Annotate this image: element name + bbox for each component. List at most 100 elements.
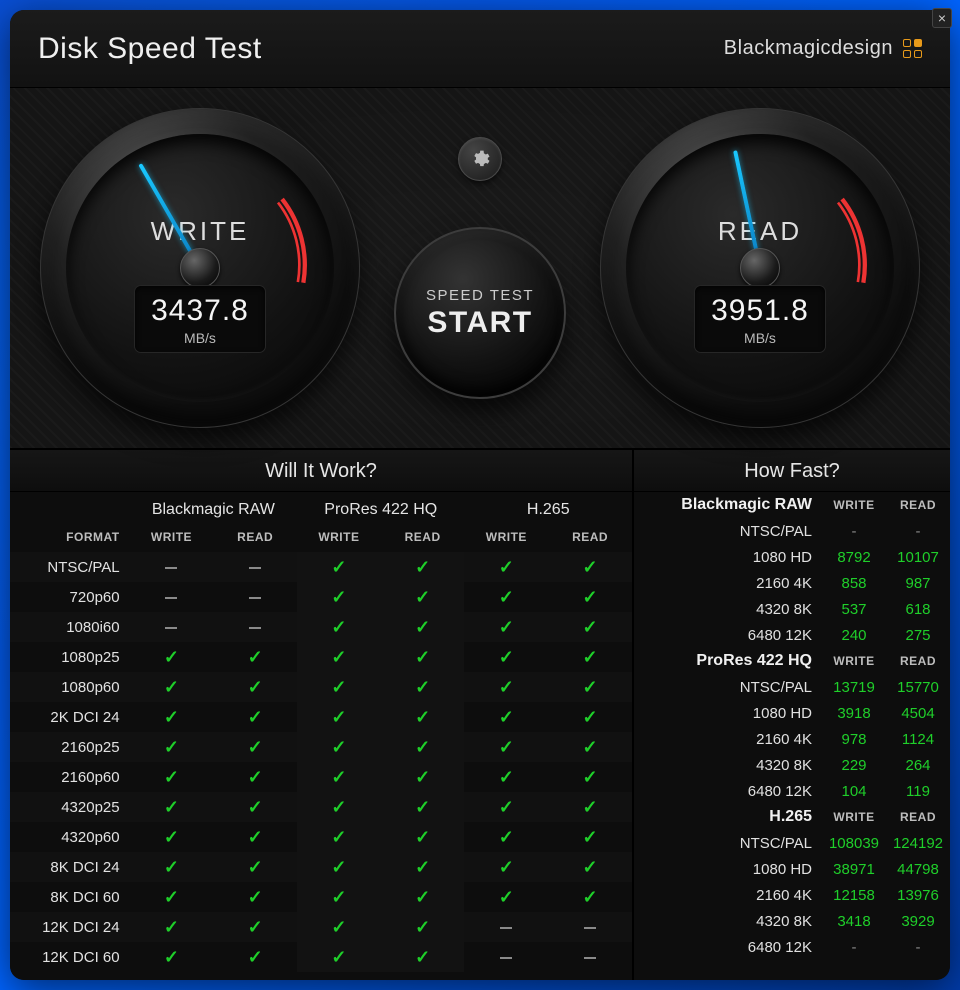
format-label: 1080p25 [10,642,130,672]
check-icon: ✓ [381,822,465,852]
titlebar: Disk Speed Test Blackmagicdesign [10,10,950,88]
read-value: 119 [886,778,950,804]
how-fast-panel: How Fast? Blackmagic RAWWRITEREADNTSC/PA… [634,450,950,980]
format-label: 6480 12K [634,622,822,648]
format-label: 2160p60 [10,762,130,792]
start-button[interactable]: SPEED TEST START [394,227,566,399]
write-value: 8792 [822,544,886,570]
format-label: 4320p60 [10,822,130,852]
settings-button[interactable] [458,137,502,181]
check-icon: ✓ [548,882,632,912]
check-icon: ✓ [548,852,632,882]
table-row: 720p60✓✓✓✓ [10,582,632,612]
dash-icon [213,582,297,612]
read-value: 4504 [886,700,950,726]
check-icon: ✓ [464,582,548,612]
read-gauge: READ 3951.8 MB/s [600,108,920,428]
read-value: 13976 [886,882,950,908]
check-icon: ✓ [297,882,381,912]
read-value: 618 [886,596,950,622]
check-icon: ✓ [297,612,381,642]
table-row: 1080 HD39184504 [634,700,950,726]
check-icon: ✓ [381,612,465,642]
close-button[interactable]: × [932,8,952,28]
start-button-label2: START [427,306,532,340]
check-icon: ✓ [213,912,297,942]
table-row: 1080 HD3897144798 [634,856,950,882]
format-label: 1080i60 [10,612,130,642]
write-value: 3418 [822,908,886,934]
codec-header-row: H.265WRITEREAD [634,804,950,830]
check-icon: ✓ [297,642,381,672]
check-icon: ✓ [464,762,548,792]
check-icon: ✓ [464,672,548,702]
table-row: 6480 12K-- [634,934,950,960]
format-label: NTSC/PAL [10,552,130,582]
brand-dots-icon [903,39,922,58]
check-icon: ✓ [297,672,381,702]
write-value: 3918 [822,700,886,726]
check-icon: ✓ [297,912,381,942]
dash-icon [548,912,632,942]
brand-text: Blackmagicdesign [724,37,893,60]
format-label: 4320 8K [634,596,822,622]
check-icon: ✓ [130,942,214,972]
codec-header-h265: H.265 [464,492,632,522]
format-label: NTSC/PAL [634,830,822,856]
format-header: FORMAT [10,522,130,552]
table-row: 1080i60✓✓✓✓ [10,612,632,642]
write-value: 537 [822,596,886,622]
format-label: 2160p25 [10,732,130,762]
codec-header-raw: Blackmagic RAW [130,492,297,522]
check-icon: ✓ [464,732,548,762]
will-it-work-title: Will It Work? [10,450,632,492]
format-label: 720p60 [10,582,130,612]
table-row: NTSC/PAL108039124192 [634,830,950,856]
check-icon: ✓ [381,672,465,702]
sub-write: WRITE [822,492,886,518]
table-row: 8K DCI 60✓✓✓✓✓✓ [10,882,632,912]
check-icon: ✓ [548,642,632,672]
format-label: 4320 8K [634,752,822,778]
will-it-work-panel: Will It Work? Blackmagic RAW ProRes 422 … [10,450,634,980]
table-row: 1080 HD879210107 [634,544,950,570]
table-row: 2160p25✓✓✓✓✓✓ [10,732,632,762]
write-value: 229 [822,752,886,778]
table-row: NTSC/PAL-- [634,518,950,544]
check-icon: ✓ [381,642,465,672]
check-icon: ✓ [548,792,632,822]
write-value: - [822,518,886,544]
table-row: 12K DCI 24✓✓✓✓ [10,912,632,942]
read-gauge-label: READ [626,216,894,247]
check-icon: ✓ [213,882,297,912]
format-label: 1080 HD [634,544,822,570]
brand-logo: Blackmagicdesign [724,37,922,60]
sub-read: READ [213,522,297,552]
sub-write: WRITE [822,804,886,830]
table-row: 4320 8K537618 [634,596,950,622]
table-row: 2160p60✓✓✓✓✓✓ [10,762,632,792]
format-label: 8K DCI 24 [10,852,130,882]
write-value: 12158 [822,882,886,908]
format-label: 2K DCI 24 [10,702,130,732]
check-icon: ✓ [213,792,297,822]
check-icon: ✓ [548,702,632,732]
codec-header-row: ProRes 422 HQWRITEREAD [634,648,950,674]
read-value: - [886,518,950,544]
check-icon: ✓ [130,642,214,672]
check-icon: ✓ [130,672,214,702]
write-value: 13719 [822,674,886,700]
check-icon: ✓ [130,822,214,852]
write-gauge-hub [180,248,220,288]
table-row: NTSC/PAL1371915770 [634,674,950,700]
read-gauge-hub [740,248,780,288]
codec-header-row: Blackmagic RAWWRITEREAD [634,492,950,518]
format-label: 2160 4K [634,726,822,752]
write-value: 3437.8 [141,294,259,328]
check-icon: ✓ [130,912,214,942]
codec-name: ProRes 422 HQ [634,648,822,674]
read-value: 10107 [886,544,950,570]
table-row: 4320 8K229264 [634,752,950,778]
check-icon: ✓ [297,852,381,882]
check-icon: ✓ [297,582,381,612]
